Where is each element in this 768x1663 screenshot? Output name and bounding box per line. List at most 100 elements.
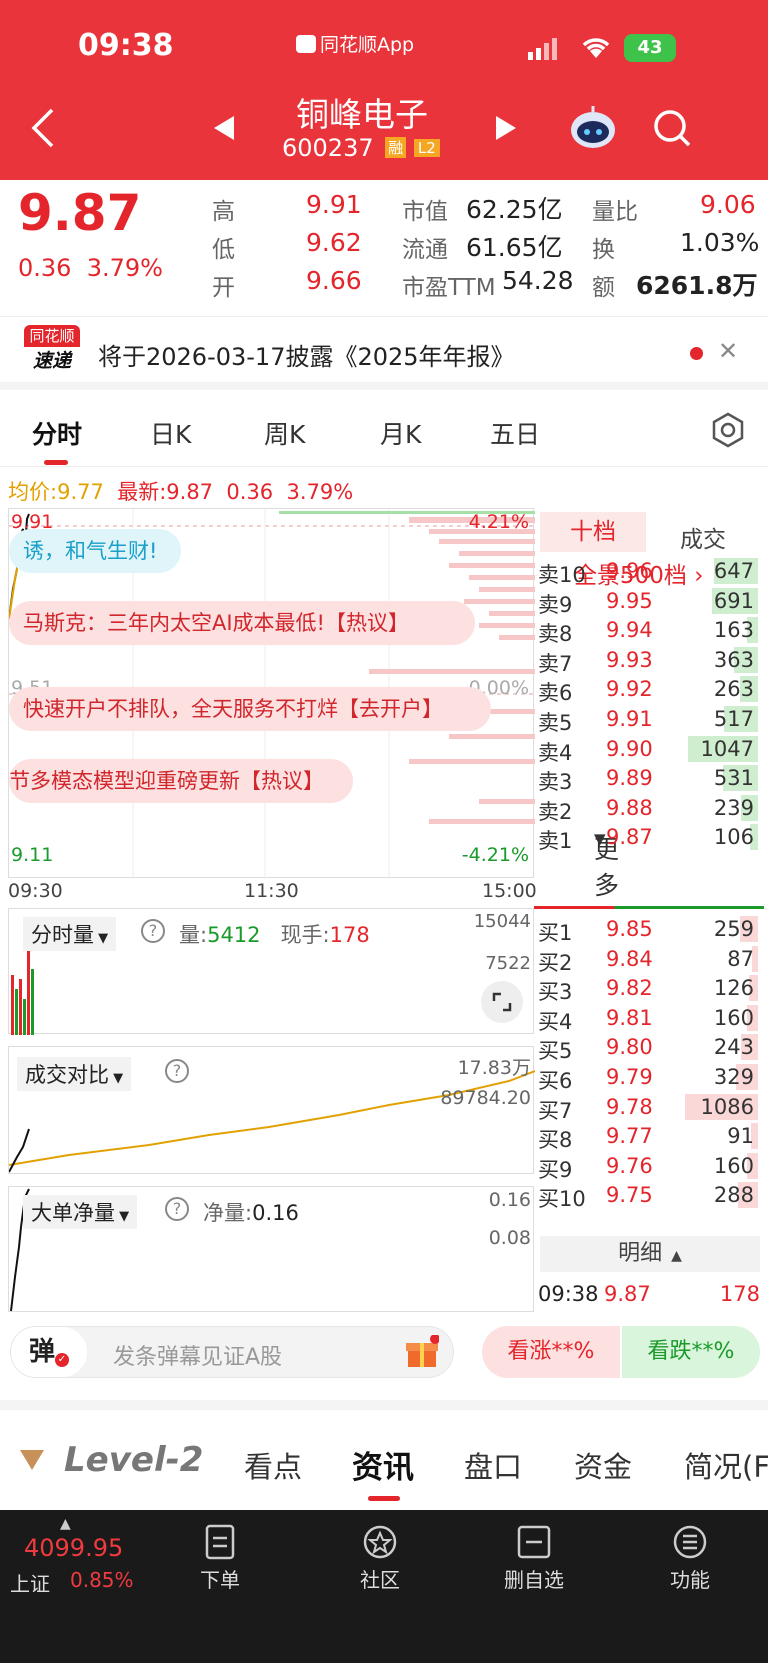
compare-panel[interactable]: 成交对比 ▼ ? 17.83万 89784.20: [8, 1046, 535, 1174]
section-tab-funds[interactable]: 资金: [574, 1444, 632, 1486]
hand-label: 现手:: [280, 923, 330, 947]
detail-toggle[interactable]: 明细 ▲: [540, 1236, 760, 1272]
ask-row[interactable]: 卖7 9.93 363: [538, 645, 758, 676]
section-tab-indicator: [368, 1496, 400, 1501]
float-label: 流通: [402, 237, 448, 263]
level-volume: 243: [713, 1035, 754, 1060]
bid-row[interactable]: 买10 9.75 288: [538, 1180, 758, 1211]
bid-row[interactable]: 买8 9.77 91: [538, 1121, 758, 1152]
tab-weekly-k[interactable]: 周K: [264, 415, 305, 451]
level-price: 9.95: [606, 588, 653, 613]
gift-icon[interactable]: [405, 1334, 440, 1373]
open-value: 9.66: [306, 266, 362, 295]
ask-row[interactable]: 卖9 9.95 691: [538, 586, 758, 617]
bigorder-panel[interactable]: 大单净量 ▼ ? 净量:0.16 0.16 0.08: [8, 1186, 534, 1312]
ask-row[interactable]: 卖6 9.92 263: [538, 674, 758, 705]
index-value[interactable]: 4099.95: [24, 1534, 123, 1562]
news-logo-bottom: 速递: [32, 350, 71, 372]
compare-selector[interactable]: 成交对比 ▼: [17, 1057, 132, 1091]
remove-fav-icon: [517, 1525, 551, 1559]
level-volume: 1086: [700, 1094, 754, 1119]
ask-row[interactable]: 卖2 9.88 239: [538, 793, 758, 824]
ask-row[interactable]: 卖1 9.87 106: [538, 822, 758, 853]
tab-ten-levels[interactable]: 十档: [540, 512, 646, 552]
bid-row[interactable]: 买2 9.84 87: [538, 944, 758, 975]
danmaku-1[interactable]: 诱，和气生财!: [9, 529, 181, 573]
danmaku-4-text: 节多模态模型迎重磅更新【热议】: [9, 769, 324, 793]
ask-row[interactable]: 卖5 9.91 517: [538, 704, 758, 735]
level-price: 9.80: [606, 1035, 653, 1060]
volume-y-mid: 7522: [485, 953, 531, 974]
section-tabs: Level-2 看点 资讯 盘口 资金 简况(F: [0, 1420, 768, 1510]
news-bar[interactable]: 同花顺 速递 将于2026-03-17披露《2025年年报》 ✕: [0, 316, 768, 390]
level-label: 卖3: [538, 770, 573, 795]
next-stock-icon[interactable]: [494, 114, 518, 146]
high-value: 9.91: [306, 190, 362, 219]
level-volume: 160: [713, 1005, 754, 1030]
remove-fav-button[interactable]: 删自选: [494, 1524, 574, 1593]
ask-row[interactable]: 卖3 9.89 531: [538, 763, 758, 794]
chg-pct: 3.79%: [286, 480, 354, 504]
bid-row[interactable]: 买7 9.78 1086: [538, 1092, 758, 1123]
float-value: 61.65亿: [466, 233, 563, 262]
bull-button[interactable]: 看涨**%: [482, 1326, 620, 1378]
settings-icon[interactable]: [710, 412, 746, 452]
community-label: 社区: [360, 1568, 400, 1592]
orderbook: 十档 成交 全景500档 › 卖10 9.96 647 卖9 9.95 691 卖8 9.94…: [534, 508, 768, 1314]
level-price: 9.84: [606, 946, 653, 971]
section-tab-handicap[interactable]: 盘口: [464, 1444, 522, 1486]
section-tab-level2[interactable]: Level-2: [64, 1440, 203, 1480]
barrage-toggle-button[interactable]: 弹 ✓: [11, 1327, 87, 1377]
bid-row[interactable]: 买9 9.76 160: [538, 1151, 758, 1182]
tab-intraday[interactable]: 分时: [32, 415, 82, 451]
bigorder-selector[interactable]: 大单净量 ▼: [23, 1195, 138, 1229]
stock-code-row: 600237 融 L2: [282, 134, 440, 162]
bid-row[interactable]: 买1 9.85 259: [538, 914, 758, 945]
level-label: 卖10: [538, 563, 586, 587]
danmaku-2[interactable]: 马斯克：三年内太空AI成本最低!【热议】: [9, 601, 475, 645]
community-button[interactable]: 社区: [340, 1524, 420, 1593]
intraday-chart[interactable]: 9.91 4.21% 9.51 0.00% 9.11 -4.21% 诱，和气生财…: [8, 508, 535, 879]
barrage-input[interactable]: 弹 ✓ 发条弹幕见证A股: [10, 1326, 454, 1378]
bid-row[interactable]: 买6 9.79 329: [538, 1062, 758, 1093]
open-label: 开: [212, 275, 235, 301]
bear-button[interactable]: 看跌**%: [622, 1326, 760, 1378]
compare-help-icon[interactable]: ?: [165, 1059, 189, 1083]
volume-panel[interactable]: 分时量 ▼ ? 量:5412 现手:178 15044 7522: [8, 908, 534, 1035]
chart-info-line: 均价:9.77 最新:9.87 0.36 3.79%: [8, 476, 353, 506]
ask-row[interactable]: 卖8 9.94 163: [538, 615, 758, 646]
tab-trades[interactable]: 成交: [680, 520, 726, 554]
news-close-icon[interactable]: ✕: [718, 337, 738, 365]
bigorder-help-icon[interactable]: ?: [165, 1197, 189, 1221]
level-label: 买5: [538, 1039, 573, 1064]
back-icon[interactable]: [30, 108, 56, 152]
expand-icon[interactable]: [481, 981, 523, 1023]
battery-level: 43: [637, 37, 663, 58]
tab-monthly-k[interactable]: 月K: [380, 415, 421, 451]
ask-row[interactable]: 卖4 9.90 1047: [538, 734, 758, 765]
volume-selector[interactable]: 分时量 ▼: [23, 917, 117, 951]
bid-row[interactable]: 买3 9.82 126: [538, 973, 758, 1004]
level-price: 9.82: [606, 976, 653, 1001]
danmaku-1-text: 诱，和气生财!: [23, 539, 158, 563]
order-button[interactable]: 下单: [180, 1524, 260, 1593]
volume-help-icon[interactable]: ?: [141, 919, 165, 943]
danmaku-4[interactable]: 节多模态模型迎重磅更新【热议】: [9, 759, 353, 803]
section-tab-highlights[interactable]: 看点: [244, 1444, 302, 1486]
index-pct: 0.85%: [70, 1568, 134, 1592]
danmaku-3[interactable]: 快速开户不排队，全天服务不打烊【去开户】: [9, 687, 491, 731]
bid-row[interactable]: 买4 9.81 160: [538, 1003, 758, 1034]
ask-row[interactable]: 卖10 9.96 647: [538, 556, 758, 587]
tab-daily-k[interactable]: 日K: [150, 415, 191, 451]
level-price: 9.87: [606, 825, 653, 850]
bid-row[interactable]: 买5 9.80 243: [538, 1032, 758, 1063]
robot-assistant-icon[interactable]: [568, 104, 618, 156]
tab-five-day[interactable]: 五日: [490, 415, 540, 451]
level-price: 9.79: [606, 1065, 653, 1089]
section-tab-news[interactable]: 资讯: [352, 1442, 414, 1487]
prev-stock-icon[interactable]: [212, 114, 236, 146]
signal-icon: [528, 38, 560, 64]
section-tab-profile[interactable]: 简况(F: [684, 1444, 768, 1486]
function-button[interactable]: 功能: [650, 1524, 730, 1593]
search-icon[interactable]: [652, 108, 692, 152]
